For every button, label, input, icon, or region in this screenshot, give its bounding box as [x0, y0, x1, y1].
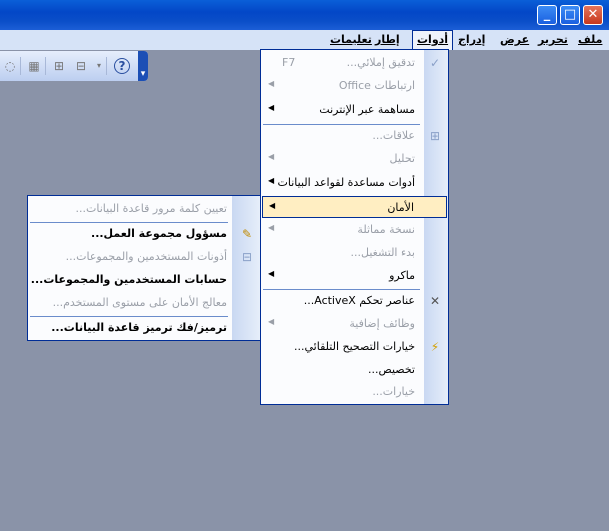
tools-menu: ✓ تدقيق إملائي... F7 ارتباطات Office ◀ م…	[260, 49, 449, 405]
close-button[interactable]: ✕	[583, 5, 603, 25]
menu-help[interactable]: تعليمات	[330, 33, 372, 46]
submenu-arrow-icon: ◀	[268, 79, 275, 88]
menu-item-options[interactable]: خيارات...	[262, 381, 447, 403]
analyze-icon[interactable]: ⊞	[51, 58, 67, 74]
toolbar-separator	[20, 57, 21, 75]
menu-view[interactable]: عرض	[500, 33, 529, 46]
menu-item-spelling[interactable]: ✓ تدقيق إملائي... F7	[262, 52, 447, 74]
toolbar-separator	[45, 57, 46, 75]
menu-window[interactable]: إطار	[375, 33, 400, 46]
office-links-icon[interactable]: ⊟	[73, 58, 89, 74]
menu-item-activex-controls[interactable]: ✕ عناصر تحكم ActiveX...	[262, 290, 447, 312]
submenu-item-workgroup-administrator[interactable]: ✎ مسؤول مجموعة العمل...	[29, 223, 259, 245]
menu-tools[interactable]: أدوات	[412, 30, 454, 50]
menu-item-analyze[interactable]: تحليل ◀	[262, 148, 447, 170]
menu-file[interactable]: ملف	[578, 33, 602, 46]
submenu-item-encode-decode-database[interactable]: ترميز/فك ترميز قاعدة البيانات...	[29, 317, 259, 339]
submenu-arrow-icon: ◀	[268, 223, 275, 232]
permissions-icon: ⊟	[241, 250, 253, 264]
submenu-arrow-icon: ◀	[268, 176, 275, 185]
menu-edit[interactable]: تحرير	[538, 33, 568, 46]
menu-item-macro[interactable]: ماكرو ◀	[262, 265, 447, 287]
submenu-item-user-group-accounts[interactable]: حسابات المستخدمين والمجموعات...	[29, 269, 259, 291]
menu-item-online-collaboration[interactable]: مساهمة عبر الإنترنت ◀	[262, 99, 447, 121]
help-icon[interactable]: ?	[114, 58, 130, 74]
activex-icon: ✕	[429, 294, 441, 308]
menu-item-startup[interactable]: بدء التشغيل...	[262, 242, 447, 264]
submenu-item-set-database-password[interactable]: تعيين كلمة مرور قاعدة البيانات...	[29, 198, 259, 220]
submenu-item-user-group-permissions[interactable]: ⊟ أذونات المستخدمين والمجموعات...	[29, 246, 259, 268]
workgroup-admin-icon: ✎	[241, 227, 253, 241]
menu-item-replication[interactable]: نسخة مماثلة ◀	[262, 219, 447, 241]
spelling-icon: ✓	[429, 56, 441, 70]
menu-item-security[interactable]: الأمان ◀	[262, 196, 447, 218]
toolbar-icon-partial[interactable]: ◌	[2, 58, 18, 74]
submenu-arrow-icon: ◀	[269, 201, 276, 210]
submenu-arrow-icon: ◀	[268, 269, 275, 278]
menu-bar: ملف تحرير عرض إدراج أدوات إطار تعليمات	[0, 30, 609, 50]
submenu-arrow-icon: ◀	[268, 103, 275, 112]
submenu-arrow-icon: ◀	[268, 152, 275, 161]
menu-item-relationships[interactable]: ⊞ علاقات...	[262, 125, 447, 147]
menu-insert[interactable]: إدراج	[458, 33, 485, 46]
menu-item-customize[interactable]: تخصيص...	[262, 359, 447, 381]
minimize-button[interactable]: _	[537, 5, 557, 25]
maximize-button[interactable]: □	[560, 5, 580, 25]
chevron-down-icon[interactable]: ▾	[91, 58, 107, 74]
submenu-item-user-level-security-wizard[interactable]: معالج الأمان على مستوى المستخدم...	[29, 292, 259, 314]
menu-item-autocorrect-options[interactable]: ⚡ خيارات التصحيح التلقائي...	[262, 336, 447, 358]
menu-item-database-utilities[interactable]: أدوات مساعدة لقواعد البيانات ◀	[262, 172, 447, 194]
submenu-arrow-icon: ◀	[268, 317, 275, 326]
autocorrect-icon: ⚡	[430, 340, 440, 354]
toolbar-separator	[106, 57, 107, 75]
menu-item-add-ins[interactable]: وظائف إضافية ◀	[262, 313, 447, 335]
relationships-icon: ⊞	[429, 129, 441, 143]
relationships-icon[interactable]: ▦	[26, 58, 42, 74]
title-bar: _ □ ✕	[0, 0, 609, 30]
menu-item-office-links[interactable]: ارتباطات Office ◀	[262, 75, 447, 97]
toolbar-options-icon[interactable]: ▾	[138, 51, 148, 81]
toolbar: ◌ ▦ ⊞ ⊟ ▾ ? ▾	[0, 51, 148, 81]
security-submenu: تعيين كلمة مرور قاعدة البيانات... ✎ مسؤو…	[27, 195, 261, 341]
